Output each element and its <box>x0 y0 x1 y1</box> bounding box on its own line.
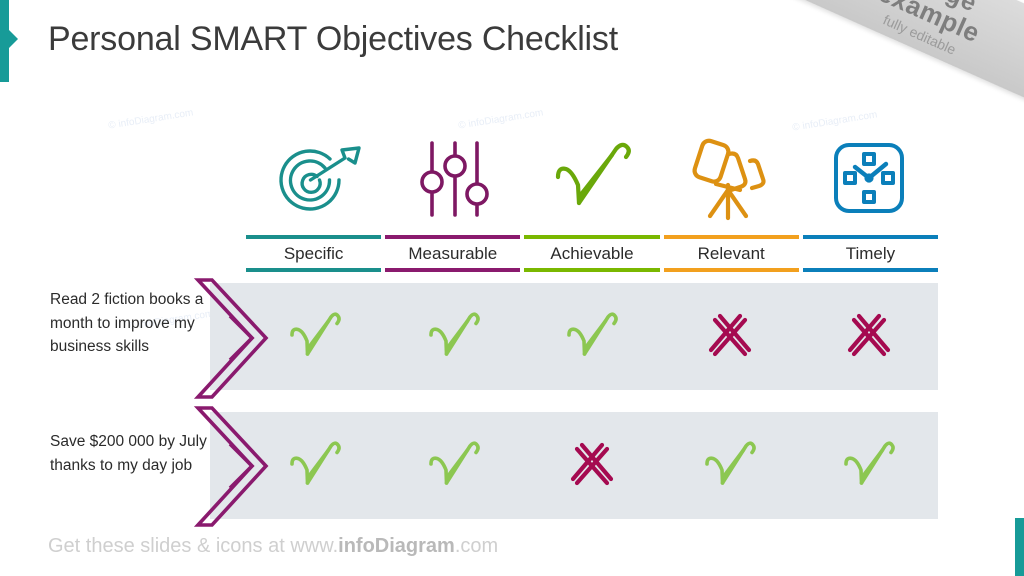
check-mark-icon <box>428 440 480 485</box>
column-header-achievable[interactable]: Achievable <box>524 235 660 272</box>
column-header-measurable[interactable]: Measurable <box>385 235 521 272</box>
cross-mark-icon <box>709 313 752 356</box>
mark-cell[interactable] <box>384 412 522 519</box>
clock-icon <box>833 143 904 213</box>
objective-label: Save $200 000 by July thanks to my day j… <box>50 433 207 474</box>
objective-label: Read 2 fiction books a month to improve … <box>50 291 204 356</box>
column-icon-specific <box>246 128 384 228</box>
watermark: © infoDiagram.com <box>107 107 195 132</box>
cross-mark-icon <box>847 313 890 356</box>
mark-cell[interactable] <box>800 283 938 390</box>
check-mark-icon <box>290 311 342 356</box>
objective-marks-row <box>246 283 938 390</box>
column-label: Measurable <box>408 244 498 263</box>
column-header-specific[interactable]: Specific <box>246 235 382 272</box>
target-icon <box>279 146 361 211</box>
right-accent-bar <box>1015 518 1024 576</box>
objective-marks-row <box>246 412 938 519</box>
column-icon-achievable <box>523 128 661 228</box>
footer-suffix: .com <box>454 535 499 557</box>
mark-cell[interactable] <box>246 283 384 390</box>
mark-cell[interactable] <box>523 412 661 519</box>
column-icon-relevant <box>661 128 799 228</box>
check-mark-icon <box>567 311 618 356</box>
mark-cell[interactable] <box>661 283 799 390</box>
column-label: Timely <box>845 244 896 263</box>
page-title: Personal SMART Objectives Checklist <box>48 20 618 58</box>
column-label: Achievable <box>550 244 634 263</box>
mark-cell[interactable] <box>246 412 384 519</box>
column-header-relevant[interactable]: Relevant <box>663 235 800 272</box>
usage-example-ribbon: Usage example fully editable <box>781 0 1024 108</box>
check-mark-icon <box>844 440 895 485</box>
cross-mark-icon <box>570 442 614 485</box>
mark-cell[interactable] <box>661 412 799 519</box>
mark-cell[interactable] <box>384 283 522 390</box>
check-mark-icon <box>290 440 342 485</box>
mark-cell[interactable] <box>800 412 938 519</box>
checkmark-icon <box>555 142 631 206</box>
check-mark-icon <box>705 440 757 485</box>
mark-cell[interactable] <box>523 283 661 390</box>
column-icon-measurable <box>384 128 522 228</box>
column-label: Relevant <box>697 244 765 263</box>
check-mark-icon <box>428 311 480 356</box>
column-header-timely[interactable]: Timely <box>802 235 939 272</box>
footer-brand: infoDiagram <box>338 535 455 557</box>
left-accent-arrow-icon <box>9 30 18 48</box>
smart-icon-row <box>246 128 938 228</box>
telescope-icon <box>692 138 767 221</box>
smart-header-row: Specific Measurable Achievable Relevant … <box>246 235 939 272</box>
left-accent-bar <box>0 0 9 82</box>
column-icon-timely <box>800 128 938 228</box>
column-label: Specific <box>283 244 344 263</box>
sliders-icon <box>419 141 489 217</box>
footer-credit: Get these slides & icons at www.infoDiag… <box>48 535 498 558</box>
footer-prefix: Get these slides & icons at www. <box>48 535 339 557</box>
